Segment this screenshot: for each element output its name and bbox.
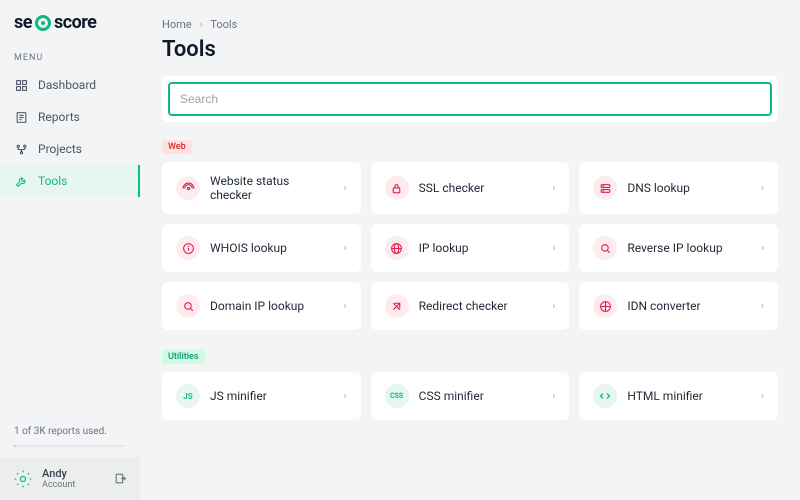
tool-label: SSL checker [419, 181, 543, 195]
html-icon [593, 384, 617, 408]
reports-icon [14, 110, 28, 124]
account-name: Andy [42, 467, 106, 480]
breadcrumb-current: Tools [210, 18, 237, 31]
globe-icon [385, 236, 409, 260]
section-badge-web: Web [162, 140, 192, 154]
globe-icon [593, 294, 617, 318]
js-icon: JS [176, 384, 200, 408]
tool-card-website-status[interactable]: Website status checker › [162, 162, 361, 214]
chevron-right-icon: › [761, 391, 764, 402]
sidebar-item-label: Reports [38, 110, 80, 124]
tool-card-reverse-ip[interactable]: Reverse IP lookup › [579, 224, 778, 272]
sidebar: se score MENU Dashboard Reports [0, 0, 140, 500]
chevron-right-icon: › [552, 243, 555, 254]
chevron-right-icon: › [552, 391, 555, 402]
logo-icon [35, 15, 51, 31]
projects-icon [14, 142, 28, 156]
search-icon [176, 294, 200, 318]
sidebar-item-label: Projects [38, 142, 82, 156]
account-label: Account [42, 480, 106, 490]
tool-card-ip[interactable]: IP lookup › [371, 224, 570, 272]
logo-text-post: score [54, 12, 96, 33]
chevron-right-icon: › [344, 301, 347, 312]
tool-label: Website status checker [210, 174, 334, 202]
chevron-right-icon: › [344, 243, 347, 254]
section-badge-utilities: Utilities [162, 350, 205, 364]
search-icon [593, 236, 617, 260]
usage-bar [14, 445, 126, 447]
search-input[interactable] [168, 82, 772, 116]
page-title: Tools [162, 37, 778, 62]
sidebar-item-dashboard[interactable]: Dashboard [0, 69, 140, 101]
tool-label: Redirect checker [419, 299, 543, 313]
tool-card-cssmin[interactable]: CSS CSS minifier › [371, 372, 570, 420]
tool-label: IP lookup [419, 241, 543, 255]
chevron-right-icon: › [552, 301, 555, 312]
chevron-right-icon: › [200, 20, 203, 30]
chevron-right-icon: › [552, 183, 555, 194]
chevron-right-icon: › [761, 301, 764, 312]
tool-card-whois[interactable]: WHOIS lookup › [162, 224, 361, 272]
account-info: Andy Account [42, 467, 106, 490]
menu-label: MENU [0, 47, 140, 69]
logo[interactable]: se score [0, 12, 140, 47]
search-wrap [162, 76, 778, 122]
lock-icon [385, 176, 409, 200]
main: Home › Tools Tools Web Website status ch… [140, 0, 800, 500]
info-icon [176, 236, 200, 260]
tool-card-ssl[interactable]: SSL checker › [371, 162, 570, 214]
usage-text: 1 of 3K reports used. [0, 426, 140, 441]
tool-label: Reverse IP lookup [627, 241, 751, 255]
breadcrumb-home[interactable]: Home [162, 18, 192, 31]
tool-card-redirect[interactable]: Redirect checker › [371, 282, 570, 330]
sidebar-item-label: Dashboard [38, 78, 96, 92]
sidebar-item-projects[interactable]: Projects [0, 133, 140, 165]
sidebar-item-reports[interactable]: Reports [0, 101, 140, 133]
tools-icon [14, 174, 28, 188]
tool-label: CSS minifier [419, 389, 543, 403]
status-icon [176, 176, 200, 200]
chevron-right-icon: › [344, 183, 347, 194]
logout-icon[interactable] [114, 472, 128, 486]
tool-card-dns[interactable]: DNS lookup › [579, 162, 778, 214]
dns-icon [593, 176, 617, 200]
tool-label: JS minifier [210, 389, 334, 403]
account-block[interactable]: Andy Account [0, 457, 140, 500]
css-icon: CSS [385, 384, 409, 408]
chevron-right-icon: › [344, 391, 347, 402]
tool-card-jsmin[interactable]: JS JS minifier › [162, 372, 361, 420]
redirect-icon [385, 294, 409, 318]
dashboard-icon [14, 78, 28, 92]
chevron-right-icon: › [761, 243, 764, 254]
chevron-right-icon: › [761, 183, 764, 194]
sidebar-item-tools[interactable]: Tools [0, 165, 140, 197]
tool-label: Domain IP lookup [210, 299, 334, 313]
tool-card-domain-ip[interactable]: Domain IP lookup › [162, 282, 361, 330]
nav: Dashboard Reports Projects Tools [0, 69, 140, 197]
tool-label: IDN converter [627, 299, 751, 313]
breadcrumb: Home › Tools [162, 18, 778, 31]
avatar-icon [12, 468, 34, 490]
tool-label: HTML minifier [627, 389, 751, 403]
tool-card-htmlmin[interactable]: HTML minifier › [579, 372, 778, 420]
tools-grid-utilities: JS JS minifier › CSS CSS minifier › HTML… [162, 372, 778, 420]
tool-card-idn[interactable]: IDN converter › [579, 282, 778, 330]
tool-label: WHOIS lookup [210, 241, 334, 255]
tool-label: DNS lookup [627, 181, 751, 195]
sidebar-item-label: Tools [38, 174, 67, 188]
logo-text-pre: se [14, 12, 32, 33]
tools-grid-web: Website status checker › SSL checker › D… [162, 162, 778, 330]
